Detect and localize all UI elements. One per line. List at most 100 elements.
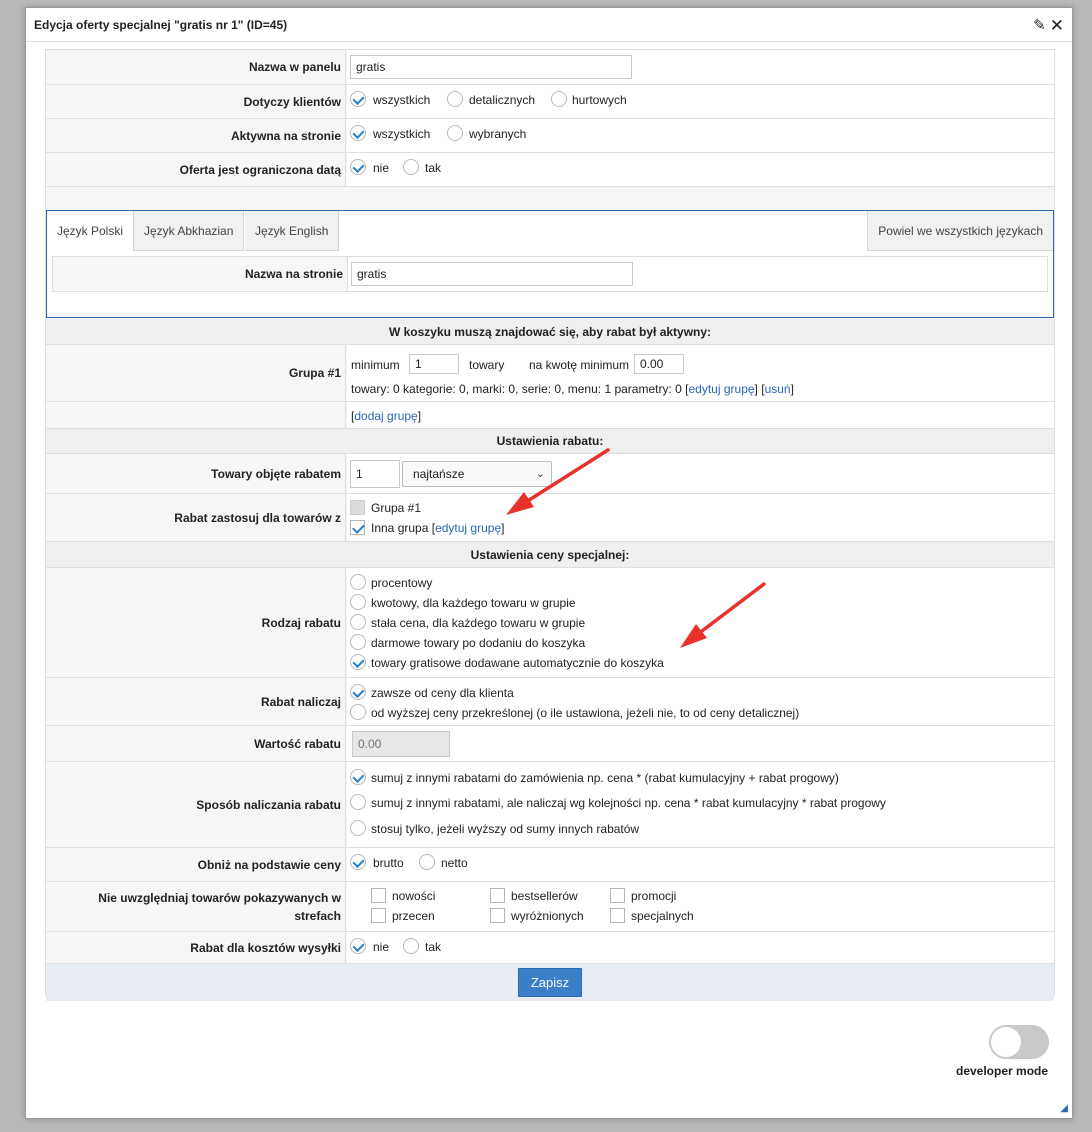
label-discount-products: Towary objęte rabatem — [46, 454, 346, 493]
radio-lower-netto[interactable] — [419, 854, 435, 870]
radio-type-fixed[interactable] — [350, 614, 366, 630]
radio-label-clients-wholesale: hurtowych — [572, 93, 627, 107]
radio-label-clients-all: wszystkich — [373, 93, 431, 107]
label-site-name: Nazwa na stronie — [53, 257, 348, 291]
checkbox-label-zone-bestsellers: bestsellerów — [511, 889, 578, 903]
label-apply-to: Rabat zastosuj dla towarów z — [46, 494, 346, 541]
checkbox-zone-new[interactable] — [371, 888, 386, 903]
row-panel-name: Nazwa w panelu gratis — [46, 50, 1054, 85]
label-active: Aktywna na stronie — [46, 119, 346, 152]
radio-shipping-yes[interactable] — [403, 938, 419, 954]
label-discount-value: Wartość rabatu — [46, 726, 346, 761]
resize-handle-icon[interactable]: ◢ — [1060, 1103, 1068, 1114]
radio-label-date-yes: tak — [425, 161, 442, 175]
radio-label-active-all: wszystkich — [373, 127, 431, 141]
row-shipping: Rabat dla kosztów wysyłki nie tak — [46, 932, 1054, 964]
copy-all-languages-button[interactable]: Powiel we wszystkich językach — [867, 211, 1053, 251]
radio-clients-retail[interactable] — [447, 91, 463, 107]
label-calc-method: Sposób naliczania rabatu — [46, 762, 346, 847]
checkbox-label-zone-new: nowości — [392, 889, 436, 903]
radio-active-all[interactable] — [350, 125, 366, 141]
minimum-label: minimum — [351, 358, 400, 372]
label-shipping: Rabat dla kosztów wysyłki — [46, 932, 346, 963]
amount-input[interactable]: 0.00 — [634, 354, 684, 374]
discount-count-input[interactable]: 1 — [350, 460, 400, 488]
radio-label-active-selected: wybranych — [469, 127, 527, 141]
discount-value-input[interactable]: 0.00 — [352, 731, 450, 757]
minimum-input[interactable]: 1 — [409, 354, 459, 374]
radio-label-method-if-higher: stosuj tylko, jeżeli wyższy od sumy inny… — [371, 822, 640, 836]
offer-form: Nazwa w panelu gratis Dotyczy klientów w… — [45, 49, 1055, 1001]
row-clients: Dotyczy klientów wszystkich detalicznych… — [46, 85, 1054, 119]
checkbox-other-group[interactable] — [350, 520, 365, 535]
radio-calc-client-price[interactable] — [350, 684, 366, 700]
developer-mode-toggle[interactable] — [989, 1025, 1049, 1059]
row-calc-method: Sposób naliczania rabatu sumuj z innymi … — [46, 762, 1054, 848]
section-cart: W koszyku muszą znajdować się, aby rabat… — [46, 319, 1054, 345]
panel-name-input[interactable]: gratis — [350, 55, 632, 79]
row-apply-to: Rabat zastosuj dla towarów z Grupa #1 In… — [46, 494, 1054, 542]
radio-label-shipping-yes: tak — [425, 940, 442, 954]
checkbox-zone-featured[interactable] — [490, 908, 505, 923]
checkbox-label-group-1: Grupa #1 — [371, 501, 422, 515]
checkbox-label-other-group: Inna grupa — [371, 521, 429, 535]
radio-method-if-higher[interactable] — [350, 820, 366, 836]
row-active: Aktywna na stronie wszystkich wybranych — [46, 119, 1054, 153]
radio-type-percent[interactable] — [350, 574, 366, 590]
edit-group-link[interactable]: edytuj grupę — [689, 382, 755, 396]
add-group-link[interactable]: dodaj grupę — [354, 409, 417, 423]
dialog-title: Edycja oferty specjalnej "gratis nr 1" (… — [34, 18, 288, 32]
radio-calc-higher-price[interactable] — [350, 704, 366, 720]
tab-abkhazian[interactable]: Język Abkhazian — [134, 211, 245, 251]
radio-date-no[interactable] — [350, 159, 366, 175]
checkbox-zone-bestsellers[interactable] — [490, 888, 505, 903]
radio-shipping-no[interactable] — [350, 938, 366, 954]
pin-icon[interactable]: ✎ — [1033, 18, 1046, 33]
radio-label-method-sum: sumuj z innymi rabatami do zamówienia np… — [371, 771, 839, 785]
site-name-input[interactable]: gratis — [351, 262, 633, 286]
save-button[interactable]: Zapisz — [518, 968, 582, 997]
checkbox-zone-promotions[interactable] — [610, 888, 625, 903]
radio-label-calc-client-price: zawsze od ceny dla klienta — [371, 686, 514, 700]
amount-label: na kwotę minimum — [529, 358, 630, 372]
close-icon[interactable]: ✕ — [1050, 17, 1064, 34]
row-calc-from: Rabat naliczaj zawsze od ceny dla klient… — [46, 678, 1054, 726]
edit-other-group-link[interactable]: edytuj grupę — [435, 521, 501, 535]
radio-label-type-free-auto: towary gratisowe dodawane automatycznie … — [371, 656, 664, 670]
radio-label-shipping-no: nie — [373, 940, 390, 954]
radio-label-clients-retail: detalicznych — [469, 93, 536, 107]
label-clients: Dotyczy klientów — [46, 85, 346, 118]
checkbox-zone-special[interactable] — [610, 908, 625, 923]
checkbox-group-1[interactable] — [350, 500, 365, 515]
radio-active-selected[interactable] — [447, 125, 463, 141]
radio-clients-wholesale[interactable] — [551, 91, 567, 107]
dialog-titlebar[interactable]: Edycja oferty specjalnej "gratis nr 1" (… — [26, 8, 1072, 42]
section-special-price: Ustawienia ceny specjalnej: — [46, 542, 1054, 568]
label-group-1: Grupa #1 — [46, 345, 346, 401]
radio-clients-all[interactable] — [350, 91, 366, 107]
radio-label-lower-brutto: brutto — [373, 856, 404, 870]
radio-type-amount[interactable] — [350, 594, 366, 610]
radio-date-yes[interactable] — [403, 159, 419, 175]
developer-mode-label: developer mode — [956, 1064, 1049, 1078]
tab-english[interactable]: Język English — [245, 211, 340, 251]
radio-lower-brutto[interactable] — [350, 854, 366, 870]
radio-method-sum[interactable] — [350, 769, 366, 785]
row-add-group: [dodaj grupę] — [46, 402, 1054, 429]
checkbox-zone-sales[interactable] — [371, 908, 386, 923]
section-discount: Ustawienia rabatu: — [46, 429, 1054, 454]
label-date-limit: Oferta jest ograniczona datą — [46, 153, 346, 186]
radio-label-type-amount: kwotowy, dla każdego towaru w grupie — [371, 596, 576, 610]
remove-group-link[interactable]: usuń — [765, 382, 791, 396]
radio-label-lower-netto: netto — [441, 856, 468, 870]
label-lower-by: Obniż na podstawie ceny — [46, 848, 346, 881]
toggle-knob — [991, 1027, 1021, 1057]
group-summary: towary: 0 kategorie: 0, marki: 0, serie:… — [351, 382, 794, 396]
row-site-name: Nazwa na stronie gratis — [52, 256, 1048, 292]
checkbox-label-zone-featured: wyróżnionych — [511, 909, 584, 923]
radio-type-free-added[interactable] — [350, 634, 366, 650]
radio-method-sequence[interactable] — [350, 794, 366, 810]
discount-sort-select[interactable]: najtańsze ⌄ — [402, 461, 552, 487]
tab-polish[interactable]: Język Polski — [47, 211, 135, 251]
radio-type-free-auto[interactable] — [350, 654, 366, 670]
